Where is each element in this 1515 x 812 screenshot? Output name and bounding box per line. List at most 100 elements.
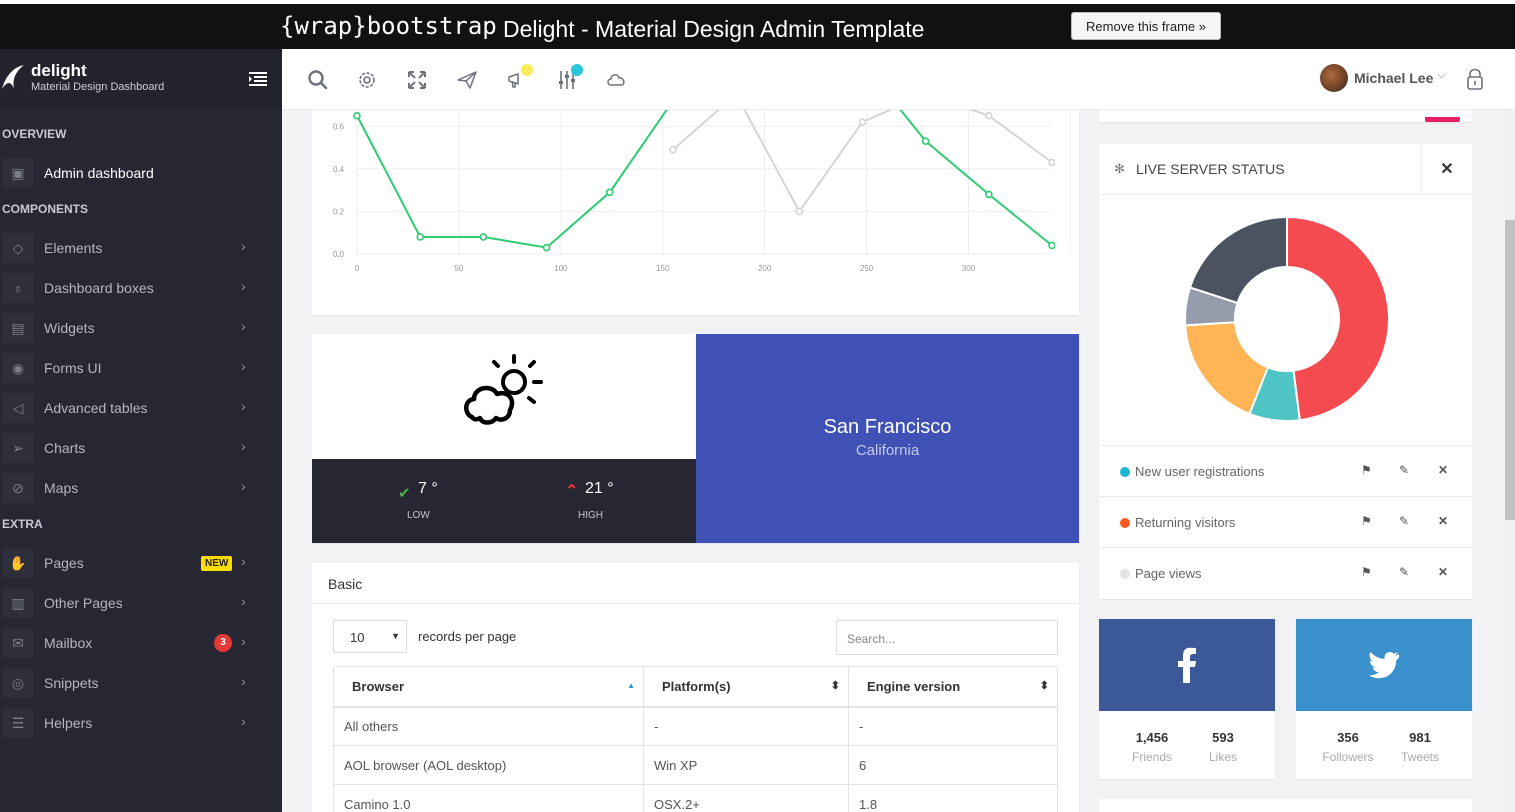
mailbox-count-badge: 3 bbox=[214, 634, 232, 652]
user-name[interactable]: Michael Lee bbox=[1354, 70, 1433, 86]
chevron-down-icon[interactable]: ⌵ bbox=[1437, 69, 1445, 82]
remove-frame-button[interactable]: Remove this frame » bbox=[1071, 12, 1221, 40]
x-tick-label: 300 bbox=[962, 264, 976, 273]
table-cell: All others bbox=[333, 706, 644, 746]
cloud-icon[interactable] bbox=[606, 69, 628, 91]
x-tick-label: 50 bbox=[454, 264, 463, 273]
list-icon: ☰ bbox=[2, 708, 34, 738]
sort-icon: ⬍ bbox=[830, 680, 840, 692]
chevron-right-icon: › bbox=[241, 358, 246, 374]
facebook-banner[interactable] bbox=[1099, 619, 1275, 711]
x-tick-label: 150 bbox=[656, 264, 670, 273]
table-cell: Win XP bbox=[643, 745, 849, 785]
donut-chart bbox=[1184, 215, 1390, 422]
edit-icon[interactable]: ✎ bbox=[1399, 514, 1409, 528]
legend-row: Page views ⚑ ✎ ✕ bbox=[1099, 547, 1472, 598]
wallet-icon: ▤ bbox=[2, 313, 34, 343]
sidebar-item-label: Other Pages bbox=[44, 595, 123, 611]
column-header-browser[interactable]: Browser ▲ bbox=[333, 666, 644, 708]
data-point bbox=[669, 145, 677, 154]
data-point bbox=[542, 243, 551, 252]
tweets-count: 981 bbox=[1409, 730, 1431, 745]
search-icon[interactable] bbox=[307, 69, 329, 91]
basic-table-card: Basic 10 ▼ records per page Search... Br… bbox=[312, 563, 1079, 812]
close-icon[interactable]: ✕ bbox=[1438, 565, 1448, 579]
paper-plane-icon: ➢ bbox=[2, 433, 34, 463]
monitor-icon: ▣ bbox=[2, 158, 34, 188]
city-name: San Francisco bbox=[823, 416, 952, 438]
sidebar-item-admin-dashboard[interactable]: ▣ Admin dashboard bbox=[0, 153, 282, 193]
x-tick-label: 200 bbox=[758, 264, 772, 273]
paper-plane-icon[interactable] bbox=[456, 69, 478, 91]
flag-icon[interactable]: ⚑ bbox=[1361, 463, 1372, 477]
brand-subtitle: Material Design Dashboard bbox=[31, 81, 165, 93]
data-point bbox=[985, 111, 993, 120]
sidebar-item-charts[interactable]: ➢ Charts › bbox=[0, 428, 282, 468]
close-icon[interactable]: ✕ bbox=[1438, 463, 1448, 477]
data-point bbox=[795, 207, 804, 216]
card-header: ✻ LIVE SERVER STATUS ✕ bbox=[1099, 144, 1472, 195]
edit-icon[interactable]: ✎ bbox=[1399, 463, 1409, 477]
flag-icon[interactable]: ⚑ bbox=[1361, 514, 1372, 528]
partly-cloudy-icon bbox=[464, 354, 543, 425]
avatar[interactable] bbox=[1320, 64, 1348, 92]
fullscreen-icon[interactable] bbox=[406, 69, 428, 91]
search-input[interactable]: Search... bbox=[836, 620, 1058, 655]
sidebar-item-advanced-tables[interactable]: ◁ Advanced tables › bbox=[0, 388, 282, 428]
table-row: AOL browser (AOL desktop) Win XP 6 bbox=[333, 745, 1058, 785]
table-cell: Camino 1.0 bbox=[333, 784, 644, 812]
y-tick-label: 0.2 bbox=[333, 207, 345, 216]
sidebar-item-label: Snippets bbox=[44, 675, 99, 691]
sidebar-item-elements[interactable]: ◇ Elements › bbox=[0, 228, 282, 268]
sidebar-item-label: Elements bbox=[44, 240, 103, 256]
section-extra: EXTRA bbox=[2, 517, 43, 531]
sidebar-item-other-pages[interactable]: ▥ Other Pages › bbox=[0, 583, 282, 623]
sidebar-item-snippets[interactable]: ◎ Snippets › bbox=[0, 663, 282, 703]
twitter-banner[interactable] bbox=[1296, 619, 1472, 711]
sidebar-item-dashboard-boxes[interactable]: ♁ Dashboard boxes › bbox=[0, 268, 282, 308]
sidebar-item-mailbox[interactable]: ✉ Mailbox 3 › bbox=[0, 623, 282, 663]
section-overview: OVERVIEW bbox=[2, 127, 67, 141]
edit-icon[interactable]: ✎ bbox=[1399, 565, 1409, 579]
column-header-platform[interactable]: Platform(s) ⬍ bbox=[643, 666, 849, 708]
frame-bar: {wrap}bootstrap Delight - Material Desig… bbox=[0, 0, 1515, 49]
arrow-down-icon: ✔ bbox=[398, 485, 411, 502]
partial-card bbox=[1099, 799, 1472, 812]
flag-icon[interactable]: ⚑ bbox=[1361, 565, 1372, 579]
x-tick-label: 250 bbox=[860, 264, 874, 273]
sidebar-item-label: Helpers bbox=[44, 715, 93, 731]
wrapbootstrap-logo[interactable]: {wrap}bootstrap bbox=[280, 12, 497, 40]
column-header-engine-version[interactable]: Engine version ⬍ bbox=[848, 666, 1058, 708]
scrollbar-thumb[interactable] bbox=[1505, 220, 1515, 520]
friends-label: Friends bbox=[1131, 750, 1172, 764]
twitter-card: 356 Followers 981 Tweets bbox=[1296, 619, 1472, 779]
lock-icon[interactable] bbox=[1465, 67, 1485, 91]
gear-icon[interactable] bbox=[356, 69, 378, 91]
notification-dot bbox=[571, 64, 583, 76]
chevron-right-icon: › bbox=[241, 593, 246, 609]
donut-slice bbox=[1188, 215, 1288, 305]
sidebar-item-pages[interactable]: ✋ Pages NEW › bbox=[0, 543, 282, 583]
brand-logo-icon bbox=[2, 65, 24, 89]
sidebar-item-maps[interactable]: ⊘ Maps › bbox=[0, 468, 282, 508]
menu-toggle-icon[interactable] bbox=[249, 72, 267, 86]
sidebar-item-label: Forms UI bbox=[44, 360, 102, 376]
facebook-card: 1,456 Friends 593 Likes bbox=[1099, 619, 1275, 779]
brand[interactable]: delight Material Design Dashboard bbox=[0, 49, 282, 107]
megaphone-icon: ◁ bbox=[2, 393, 34, 423]
cup-icon: ▥ bbox=[2, 588, 34, 618]
high-label: HIGH bbox=[578, 510, 603, 521]
sidebar-item-widgets[interactable]: ▤ Widgets › bbox=[0, 308, 282, 348]
sidebar-item-forms-ui[interactable]: ◉ Forms UI › bbox=[0, 348, 282, 388]
table-cell: - bbox=[848, 706, 1058, 746]
close-icon[interactable]: ✕ bbox=[1438, 514, 1448, 528]
close-icon[interactable]: ✕ bbox=[1421, 144, 1472, 195]
page-size-select[interactable]: 10 ▼ bbox=[333, 620, 407, 653]
followers-count: 356 bbox=[1337, 730, 1359, 745]
table-cell: 1.8 bbox=[848, 784, 1058, 812]
donut-slice bbox=[1286, 215, 1390, 422]
sidebar-item-helpers[interactable]: ☰ Helpers › bbox=[0, 703, 282, 743]
sort-icon: ⬍ bbox=[1039, 680, 1049, 692]
card-title: Basic bbox=[328, 576, 363, 592]
gear-icon: ✻ bbox=[1114, 161, 1125, 176]
